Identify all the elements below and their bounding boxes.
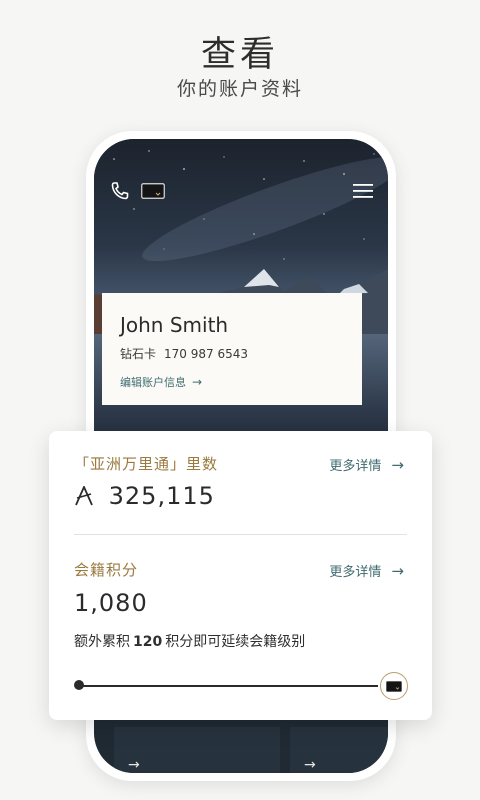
- arrow-right-icon: →: [192, 375, 203, 389]
- tile-right[interactable]: →: [290, 727, 388, 773]
- membership-card-icon: [386, 680, 402, 692]
- club-points-title: 会籍积分: [74, 561, 139, 579]
- miles-details-link[interactable]: 更多详情 →: [329, 455, 404, 475]
- account-summary-card: 「亚洲万里通」里数 更多详情 → 325,115 会籍积分 更多详情 → 1,0…: [49, 431, 432, 720]
- member-number: 170 987 6543: [164, 347, 248, 361]
- miles-balance: 325,115: [74, 482, 215, 510]
- phone-icon[interactable]: [108, 179, 132, 203]
- miles-currency-icon: [74, 482, 103, 510]
- subheadline: 你的账户资料: [176, 78, 303, 100]
- miles-details-label: 更多详情: [329, 459, 382, 474]
- arrow-right-icon: →: [391, 561, 404, 580]
- menu-icon[interactable]: [352, 181, 374, 201]
- membership-tier: 钻石卡: [120, 347, 157, 361]
- profile-tier-line: 钻石卡 170 987 6543: [120, 345, 256, 362]
- divider: [74, 534, 407, 535]
- progress-end-marker: [380, 672, 408, 700]
- arrow-right-icon: →: [304, 757, 316, 773]
- bottom-tiles: → →: [94, 727, 388, 773]
- points-details-label: 更多详情: [329, 565, 382, 580]
- points-needed-suffix: 积分即可延续会籍级别: [165, 634, 306, 650]
- profile-card: John Smith 钻石卡 170 987 6543 编辑账户信息 →: [102, 293, 362, 405]
- club-points-value: 1,080: [74, 589, 148, 617]
- miles-value: 325,115: [108, 482, 215, 510]
- profile-name: John Smith: [120, 313, 229, 337]
- miles-title: 「亚洲万里通」里数: [74, 455, 219, 473]
- headline: 查看: [200, 35, 279, 75]
- points-details-link[interactable]: 更多详情 →: [329, 561, 404, 581]
- points-needed-text: 额外累积 120 积分即可延续会籍级别: [74, 631, 305, 651]
- arrow-right-icon: →: [128, 757, 140, 773]
- membership-card-icon[interactable]: [141, 183, 165, 199]
- tile-left[interactable]: →: [114, 727, 280, 773]
- progress-start-dot: [74, 680, 84, 690]
- edit-account-label: 编辑账户信息: [120, 376, 186, 389]
- arrow-right-icon: →: [391, 455, 404, 474]
- points-needed-number: 120: [133, 634, 163, 650]
- points-needed-prefix: 额外累积: [74, 634, 130, 650]
- edit-account-link[interactable]: 编辑账户信息 →: [120, 374, 202, 390]
- points-progress-track: [78, 685, 378, 687]
